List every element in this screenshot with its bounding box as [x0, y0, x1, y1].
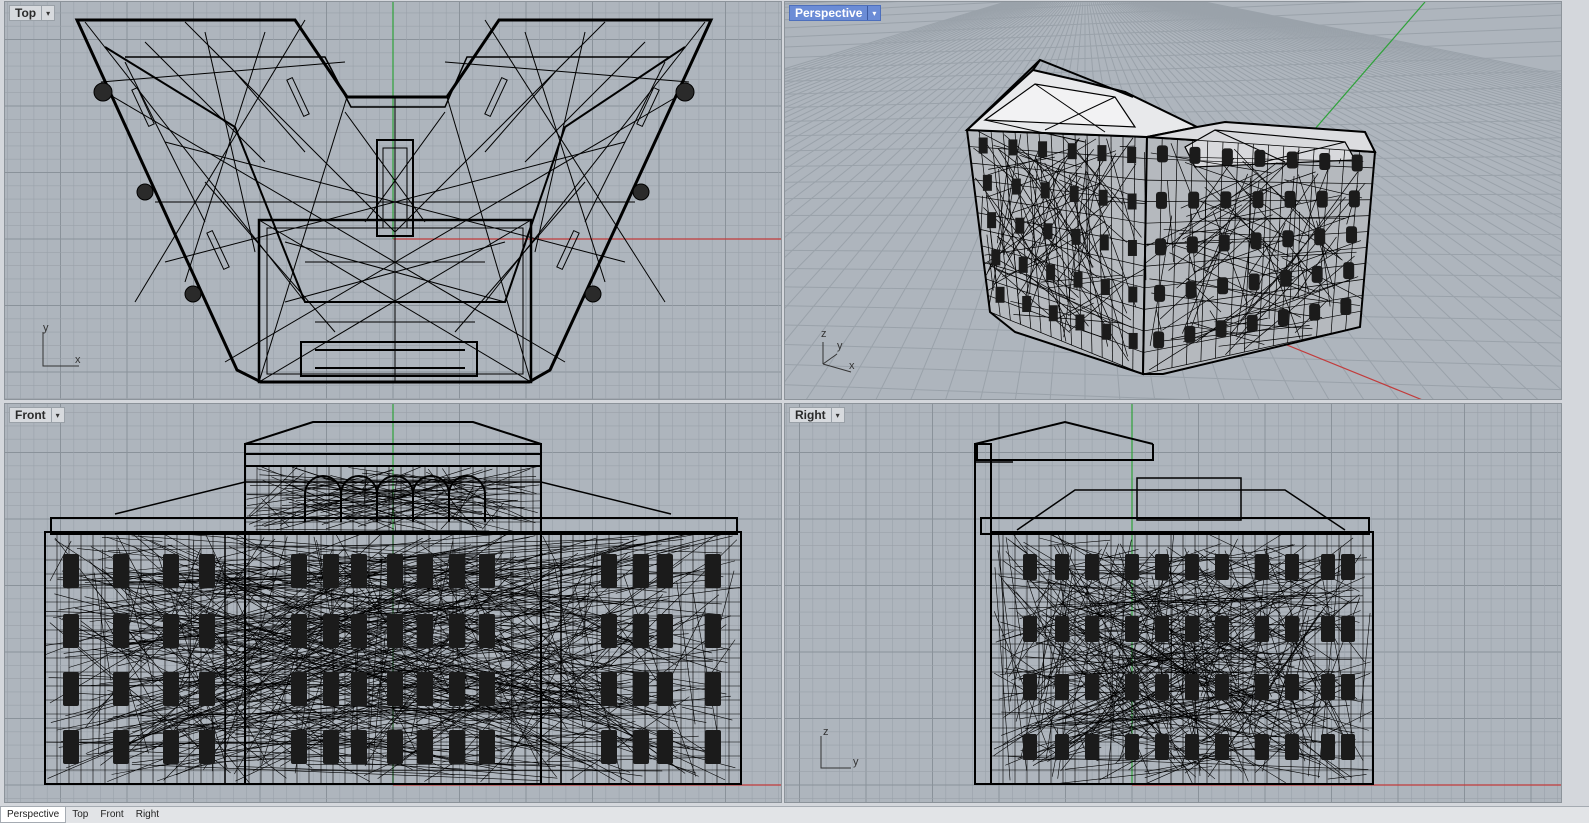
chevron-down-icon[interactable]: ▾	[41, 6, 54, 20]
axis-triad-icon: y x	[39, 324, 89, 370]
viewport-label: Front	[10, 408, 51, 422]
tab-perspective[interactable]: Perspective	[0, 807, 66, 823]
viewport-title-perspective[interactable]: Perspective ▾	[789, 5, 881, 21]
viewport-tab-bar: Perspective Top Front Right	[0, 806, 1589, 823]
axis-label-z: z	[823, 726, 829, 738]
chevron-down-icon[interactable]: ▾	[831, 408, 844, 422]
tab-right[interactable]: Right	[130, 807, 165, 822]
viewport-label: Perspective	[790, 6, 867, 20]
axis-label-y: y	[853, 756, 859, 768]
axis-triad-icon: z y x	[815, 328, 865, 374]
viewport-title-right[interactable]: Right ▾	[789, 407, 845, 423]
viewport-label: Top	[10, 6, 41, 20]
chevron-down-icon[interactable]: ▾	[51, 408, 64, 422]
chevron-down-icon[interactable]: ▾	[867, 6, 880, 20]
wireframe-model-perspective	[785, 2, 1562, 400]
wireframe-model-front	[5, 404, 782, 803]
tab-front[interactable]: Front	[94, 807, 129, 822]
viewport-title-top[interactable]: Top ▾	[9, 5, 55, 21]
viewport-perspective[interactable]: Perspective ▾ z y x	[784, 1, 1562, 400]
viewport-top[interactable]: Top ▾ y x	[4, 1, 782, 400]
axis-label-x: x	[849, 360, 855, 372]
wireframe-model-right	[785, 404, 1562, 803]
tab-top[interactable]: Top	[66, 807, 94, 822]
axis-label-y: y	[837, 340, 843, 352]
wireframe-model-top	[5, 2, 782, 400]
axis-label-z: z	[821, 328, 827, 340]
axis-label-x: x	[75, 354, 81, 366]
viewport-front[interactable]: Front ▾	[4, 403, 782, 803]
viewport-label: Right	[790, 408, 831, 422]
axis-triad-icon: z y	[817, 728, 867, 774]
axis-label-y: y	[43, 322, 49, 334]
viewport-title-front[interactable]: Front ▾	[9, 407, 65, 423]
viewport-right[interactable]: Right ▾ z y	[784, 403, 1562, 803]
